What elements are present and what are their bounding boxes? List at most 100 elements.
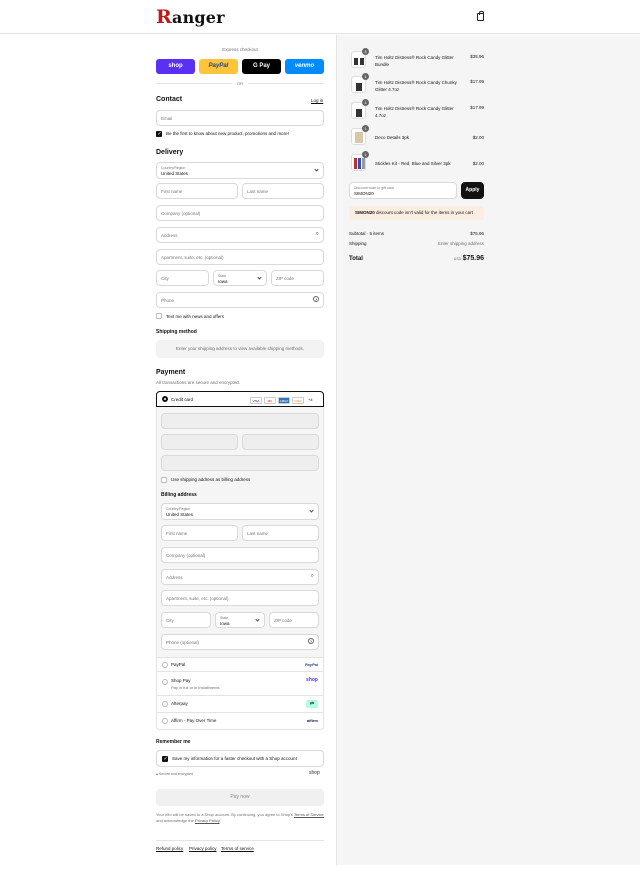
text-me-checkbox[interactable] [156, 313, 162, 319]
product-price: $2.00 [472, 135, 484, 140]
product-thumbnail: 1 [351, 99, 369, 119]
save-info-box[interactable]: Save my information for a faster checkou… [156, 750, 324, 767]
product-name: Stickles Kit - Red, Blue and Silver 3pk [375, 161, 451, 166]
apartment-field[interactable]: Apartment, suite, etc. (optional) [156, 249, 324, 265]
terms-of-service-link[interactable]: Terms of service [221, 846, 254, 851]
newsletter-checkbox[interactable] [156, 131, 162, 137]
login-link[interactable]: Log in [311, 98, 323, 103]
currency-code: USD [453, 257, 462, 261]
afterpay-option[interactable]: Afterpay ⇄ [156, 696, 324, 713]
product-price: $17.99 [470, 79, 484, 84]
use-shipping-label: Use shipping address as billing address [171, 477, 251, 482]
city-field[interactable]: City [156, 270, 209, 286]
afterpay-radio[interactable] [162, 701, 168, 707]
billing-last-name-field[interactable]: Last name [242, 525, 319, 541]
afterpay-logo: ⇄ [306, 700, 318, 708]
product-name: Tim Holtz Distress® Rock Candy Chunky Gl… [375, 80, 457, 92]
divider [156, 83, 232, 84]
billing-phone-field[interactable]: Phone (optional) ? [161, 634, 319, 650]
footer-divider [156, 840, 324, 841]
ranger-logo[interactable]: Ranger [156, 6, 225, 28]
product-name: Tim Holtz Distress® Rock Candy Glitter 4… [375, 106, 454, 118]
search-icon: ⌕ [310, 573, 314, 579]
chevron-down-icon [314, 167, 319, 172]
zip-field[interactable]: ZIP code [271, 270, 324, 286]
save-info-checkbox[interactable] [162, 756, 168, 762]
pay-now-button[interactable]: Pay now [156, 789, 324, 806]
subtotal-value: $75.96 [470, 231, 484, 236]
shipping-method-notice: Enter your shipping address to view avai… [156, 340, 324, 358]
phone-field[interactable]: Phone ? [156, 292, 324, 308]
delivery-heading: Delivery [156, 149, 184, 156]
last-name-field[interactable]: Last name [242, 183, 324, 199]
mastercard-icon: MC [264, 397, 276, 404]
contact-heading: Contact [156, 96, 183, 103]
newsletter-label: Be the first to know about new product, … [166, 131, 289, 136]
card-number-field[interactable] [161, 413, 319, 429]
card-name-field[interactable] [161, 455, 319, 471]
help-icon[interactable]: ? [313, 296, 319, 302]
total-value: USD $75.96 [453, 255, 484, 262]
subtotal-label: Subtotal · 5 items [349, 231, 385, 236]
payment-subtitle: All transactions are secure and encrypte… [156, 380, 241, 385]
country-select[interactable]: Country/Region United States [156, 162, 324, 179]
venmo-button[interactable]: venmo [285, 59, 324, 74]
first-name-field[interactable]: First name [156, 183, 238, 199]
shop-pay-option[interactable]: Shop Pay Pay in full or in installments … [156, 672, 324, 696]
quantity-badge: 1 [362, 99, 369, 106]
paypal-option[interactable]: PayPal PayPal [156, 657, 324, 672]
affirm-option[interactable]: Affirm - Pay Over Time affirm [156, 713, 324, 730]
help-icon[interactable]: ? [308, 638, 314, 644]
billing-address-field[interactable]: Address ⌕ [161, 569, 319, 585]
privacy-policy-link[interactable]: Privacy policy [189, 846, 217, 851]
apply-discount-button[interactable]: Apply [461, 182, 484, 199]
paypal-button[interactable]: PayPal [199, 59, 238, 74]
quantity-badge: 1 [362, 151, 369, 158]
shop-logo: shop [309, 770, 320, 776]
address-field[interactable]: Address ⌕ [156, 227, 324, 243]
google-pay-button[interactable]: G Pay [242, 59, 281, 74]
product-price: $2.00 [472, 161, 484, 166]
more-cards-label: +4 [308, 397, 313, 402]
divider [248, 83, 324, 84]
refund-policy-link[interactable]: Refund policy [156, 846, 183, 851]
billing-apartment-field[interactable]: Apartment, suite, etc. (optional) [161, 590, 319, 606]
email-field[interactable]: Email [156, 110, 324, 126]
state-select[interactable]: State Iowa [213, 270, 267, 286]
credit-card-radio[interactable] [162, 396, 168, 402]
billing-country-select[interactable]: Country/Region United States [161, 503, 319, 520]
billing-zip-field[interactable]: ZIP code [269, 612, 319, 628]
billing-state-select[interactable]: State Iowa [215, 612, 265, 628]
quantity-badge: 1 [362, 73, 369, 80]
billing-first-name-field[interactable]: First name [161, 525, 238, 541]
card-expiry-field[interactable] [161, 434, 238, 450]
shop-privacy-link[interactable]: Privacy Policy [195, 818, 220, 823]
discount-code-input[interactable]: Discount code or gift card SIMON20 [349, 182, 457, 199]
visa-icon: VISA [250, 397, 262, 404]
use-shipping-checkbox[interactable] [161, 477, 167, 483]
credit-card-option[interactable]: Credit card VISA MC AMEX DISC +4 [156, 391, 324, 407]
billing-company-field[interactable]: Company (optional) [161, 547, 319, 563]
shopping-bag-icon[interactable] [477, 11, 484, 21]
secure-encrypted-label: 🔒︎ Secure and encrypted [156, 772, 194, 776]
quantity-badge: 4 [362, 48, 369, 55]
card-cvv-field[interactable] [242, 434, 319, 450]
shop-pay-button[interactable]: shop [156, 59, 195, 74]
amex-icon: AMEX [278, 397, 290, 404]
order-summary-panel [336, 35, 640, 865]
remember-me-heading: Remember me [156, 739, 191, 745]
paypal-radio[interactable] [162, 662, 168, 668]
discount-error-message: SIMON20 discount code isn't valid for th… [349, 206, 484, 220]
search-icon: ⌕ [315, 231, 319, 237]
express-checkout-title: Express checkout [222, 47, 258, 52]
product-thumbnail: 1 [351, 125, 369, 145]
product-thumbnail: 4 [351, 48, 369, 68]
shop-pay-radio[interactable] [162, 679, 168, 685]
affirm-radio[interactable] [162, 718, 168, 724]
shipping-method-heading: Shipping method [156, 329, 197, 335]
company-field[interactable]: Company (optional) [156, 205, 324, 221]
product-name: Deco Details 3pk [375, 135, 410, 140]
billing-city-field[interactable]: City [161, 612, 211, 628]
billing-address-heading: Billing address [161, 492, 197, 498]
shop-terms-link[interactable]: Terms of Service [294, 812, 324, 817]
